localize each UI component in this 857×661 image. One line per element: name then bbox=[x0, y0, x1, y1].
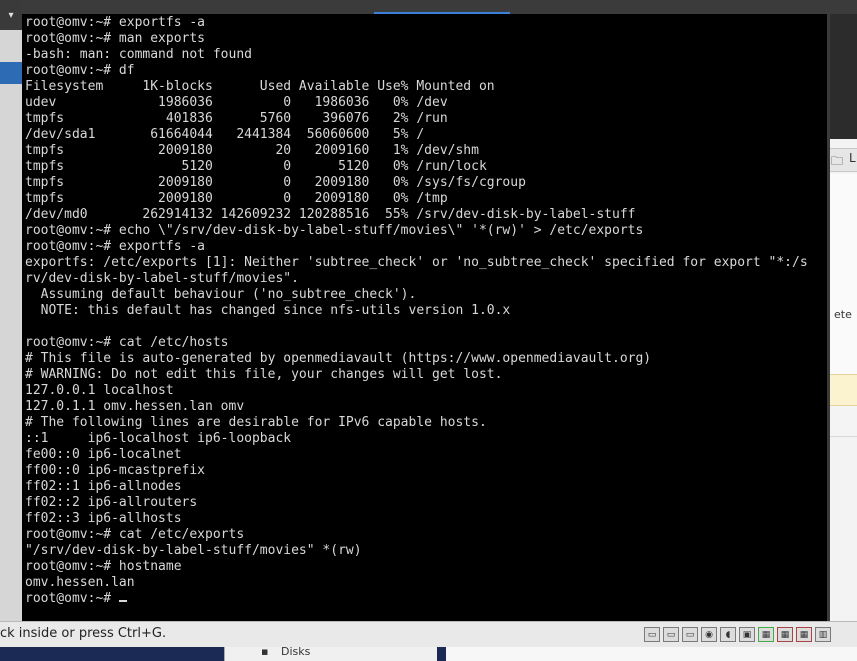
status-message: ck inside or press Ctrl+G. bbox=[0, 626, 167, 641]
terminal-window[interactable]: root@omv:~# exportfs -a root@omv:~# man e… bbox=[22, 14, 830, 621]
usb-icon[interactable]: ▭ bbox=[682, 627, 698, 642]
cd-icon[interactable]: ◉ bbox=[701, 627, 717, 642]
network-icon[interactable]: ▭ bbox=[663, 627, 679, 642]
terminal-line: ff02::2 ip6-allrouters bbox=[25, 495, 198, 510]
terminal-line: ::1 ip6-localhost ip6-loopback bbox=[25, 431, 292, 446]
background-label: Disks bbox=[281, 645, 311, 658]
terminal-output[interactable]: root@omv:~# exportfs -a root@omv:~# man e… bbox=[25, 15, 827, 621]
terminal-line: Assuming default behaviour ('no_subtree_… bbox=[25, 287, 417, 302]
terminal-line: "/srv/dev-disk-by-label-stuff/movies" *(… bbox=[25, 543, 362, 558]
terminal-line: tmpfs 2009180 0 2009180 0% /tmp bbox=[25, 191, 448, 206]
terminal-line: -bash: man: command not found bbox=[25, 47, 252, 62]
terminal-line: root@omv:~# cat /etc/exports bbox=[25, 527, 245, 542]
terminal-scrollbar[interactable] bbox=[827, 14, 830, 621]
terminal-line: # The following lines are desirable for … bbox=[25, 415, 487, 430]
audio-icon[interactable]: ◖ bbox=[720, 627, 736, 642]
terminal-cursor bbox=[118, 600, 127, 602]
terminal-line: omv.hessen.lan bbox=[25, 575, 135, 590]
terminal-line: 127.0.1.1 omv.hessen.lan omv bbox=[25, 399, 245, 414]
terminal-line: /dev/md0 262914132 142609232 120288516 5… bbox=[25, 207, 636, 222]
terminal-line: udev 1986036 0 1986036 0% /dev bbox=[25, 95, 448, 110]
selected-sidebar-item[interactable] bbox=[0, 62, 22, 84]
terminal-line: root@omv:~# echo \"/srv/dev-disk-by-labe… bbox=[25, 223, 644, 238]
keyboard-icon[interactable]: ▥ bbox=[815, 627, 831, 642]
folder-icon: 🗀 bbox=[831, 154, 844, 168]
background-label: L bbox=[849, 151, 856, 165]
shared-folder-icon[interactable]: ▦ bbox=[758, 627, 774, 642]
terminal-prompt-line[interactable]: root@omv:~# bbox=[25, 591, 827, 607]
terminal-line: root@omv:~# df bbox=[25, 63, 135, 78]
terminal-line: tmpfs 401836 5760 396076 2% /run bbox=[25, 111, 448, 126]
terminal-line: root@omv:~# exportfs -a bbox=[25, 15, 206, 30]
terminal-line: root@omv:~# hostname bbox=[25, 559, 182, 574]
terminal-line: ff00::0 ip6-mcastprefix bbox=[25, 463, 206, 478]
hdd-icon[interactable]: ▭ bbox=[644, 627, 660, 642]
background-window-right: 🗀 L ete bbox=[827, 14, 857, 634]
network-disconnected-icon[interactable]: ▦ bbox=[796, 627, 812, 642]
terminal-line: NOTE: this default has changed since nfs… bbox=[25, 303, 511, 318]
terminal-line: exportfs: /etc/exports [1]: Neither 'sub… bbox=[25, 255, 808, 270]
background-window-left: ▾ bbox=[0, 0, 23, 661]
terminal-line: # This file is auto-generated by openmed… bbox=[25, 351, 652, 366]
vm-status-bar: ck inside or press Ctrl+G. ▭ ▭ ▭ ◉ ◖ ▣ ▦… bbox=[0, 621, 857, 648]
terminal-line: tmpfs 2009180 0 2009180 0% /sys/fs/cgrou… bbox=[25, 175, 526, 190]
terminal-prompt: root@omv:~# bbox=[25, 591, 119, 606]
background-tab-active[interactable] bbox=[374, 0, 510, 14]
terminal-line: rv/dev-disk-by-label-stuff/movies". bbox=[25, 271, 299, 286]
terminal-line: fe00::0 ip6-localnet bbox=[25, 447, 182, 462]
display-icon[interactable]: ▣ bbox=[739, 627, 755, 642]
status-tray: ▭ ▭ ▭ ◉ ◖ ▣ ▦ ▦ ▦ ▥ bbox=[644, 627, 831, 642]
terminal-line: tmpfs 2009180 20 2009160 1% /dev/shm bbox=[25, 143, 479, 158]
background-pane bbox=[446, 647, 857, 661]
terminal-line: ff02::1 ip6-allnodes bbox=[25, 479, 182, 494]
background-pane: ▪ Disks bbox=[224, 645, 437, 661]
terminal-line: root@omv:~# exportfs -a bbox=[25, 239, 206, 254]
background-label: ete bbox=[834, 308, 852, 321]
terminal-line: /dev/sda1 61664044 2441384 56060600 5% / bbox=[25, 127, 425, 142]
terminal-line: root@omv:~# cat /etc/hosts bbox=[25, 335, 229, 350]
terminal-line: # WARNING: Do not edit this file, your c… bbox=[25, 367, 503, 382]
dropdown-arrow-icon[interactable]: ▾ bbox=[0, 0, 22, 30]
terminal-line: ff02::3 ip6-allhosts bbox=[25, 511, 182, 526]
background-tab-strip bbox=[22, 0, 857, 14]
terminal-line: root@omv:~# man exports bbox=[25, 31, 206, 46]
disk-icon: ▪ bbox=[261, 645, 269, 658]
terminal-line: 127.0.0.1 localhost bbox=[25, 383, 174, 398]
capture-icon[interactable]: ▦ bbox=[777, 627, 793, 642]
terminal-line: Filesystem 1K-blocks Used Available Use%… bbox=[25, 79, 495, 94]
terminal-line: tmpfs 5120 0 5120 0% /run/lock bbox=[25, 159, 487, 174]
background-desktop: ▪ Disks bbox=[0, 645, 857, 661]
